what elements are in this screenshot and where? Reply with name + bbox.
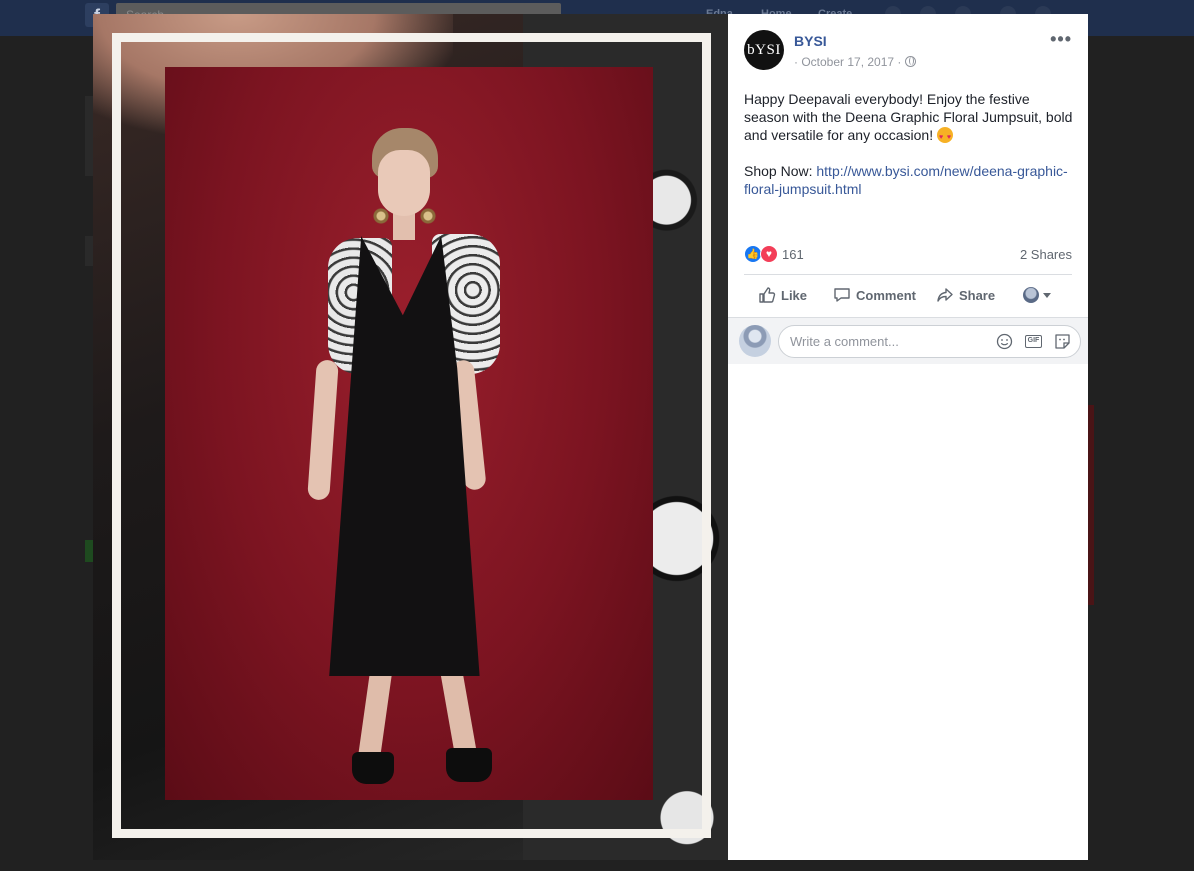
comment-tools: GIF: [995, 332, 1072, 351]
dimmed-block: [85, 236, 93, 266]
gif-icon[interactable]: GIF: [1024, 332, 1043, 351]
shop-now-line: Shop Now: http://www.bysi.com/new/deena-…: [744, 162, 1074, 198]
share-arrow-icon: [937, 288, 953, 302]
more-options-button[interactable]: •••: [1050, 30, 1072, 48]
post-as-selector[interactable]: [1023, 287, 1052, 303]
love-reaction-icon: ♥: [760, 245, 778, 263]
reaction-summary[interactable]: 👍 ♥ 161: [744, 244, 804, 264]
page-name-link[interactable]: BYSI: [794, 33, 827, 49]
post-message: Happy Deepavali everybody! Enjoy the fes…: [744, 90, 1074, 198]
post-timestamp[interactable]: · October 17, 2017 ·: [794, 55, 917, 69]
model-shoe-right: [446, 748, 492, 782]
divider: [744, 274, 1072, 275]
dimmed-block: [1088, 405, 1094, 605]
dimmed-block: [85, 96, 93, 176]
timestamp-text[interactable]: · October 17, 2017 ·: [794, 55, 901, 69]
model-shoe-left: [352, 752, 394, 784]
caret-down-icon: [1043, 292, 1052, 298]
comment-label: Comment: [856, 287, 916, 303]
emoji-smiley-icon[interactable]: [995, 332, 1014, 351]
comment-bubble-icon: [834, 288, 850, 302]
globe-icon: [905, 56, 917, 67]
model-earring-left: [373, 200, 389, 232]
like-label: Like: [781, 287, 808, 303]
share-count[interactable]: 2 Shares: [1020, 247, 1072, 262]
user-avatar-icon: [1023, 287, 1040, 303]
page-avatar[interactable]: bYSI: [744, 30, 784, 70]
post-action-bar: Like Comment Share: [744, 282, 1072, 308]
share-button[interactable]: Share: [936, 286, 995, 304]
share-label: Share: [958, 287, 996, 303]
thumbs-up-icon: [759, 287, 776, 303]
model-earring-right: [420, 200, 436, 232]
commenter-avatar[interactable]: [739, 325, 771, 357]
like-button[interactable]: Like: [758, 286, 807, 304]
post-detail-panel: bYSI BYSI · October 17, 2017 · ••• Happy…: [728, 14, 1088, 860]
comment-composer: GIF: [728, 317, 1088, 364]
reaction-count[interactable]: 161: [782, 247, 804, 262]
sticker-icon[interactable]: [1053, 332, 1072, 351]
comment-button[interactable]: Comment: [833, 286, 916, 304]
shop-now-label: Shop Now:: [744, 163, 813, 179]
post-message-line: Happy Deepavali everybody! Enjoy the fes…: [744, 90, 1074, 147]
heart-eyes-emoji-icon: [937, 127, 953, 147]
